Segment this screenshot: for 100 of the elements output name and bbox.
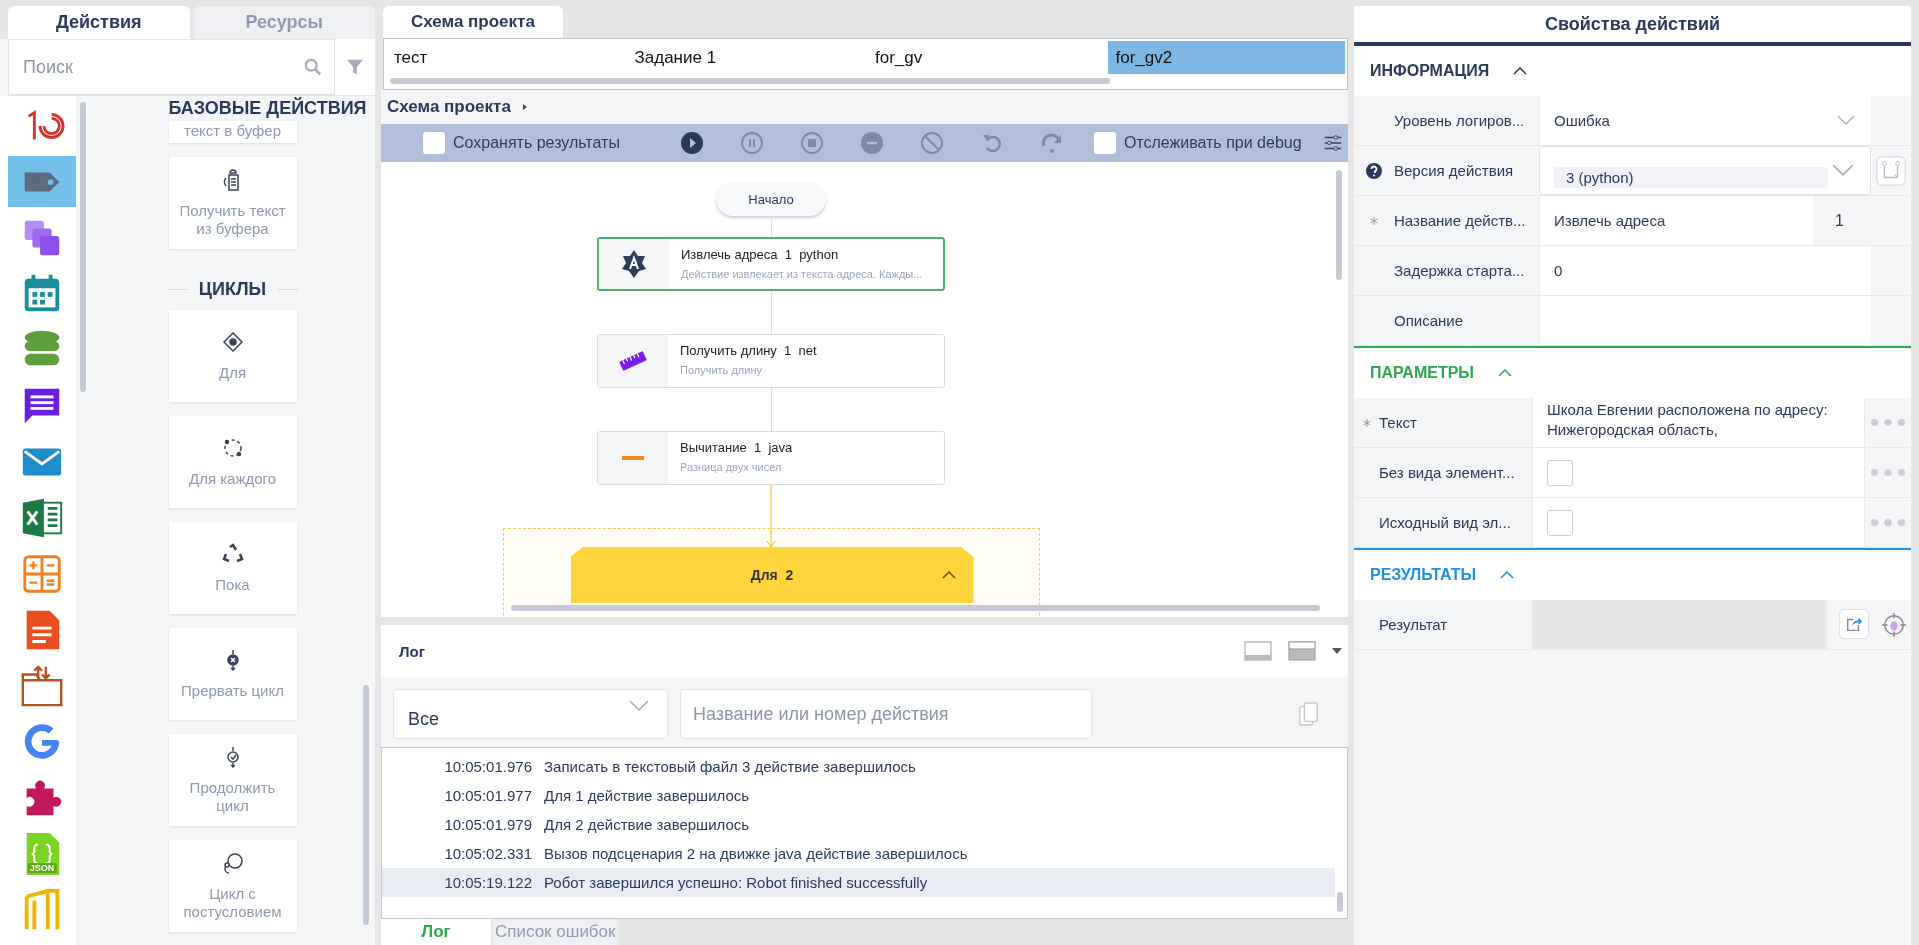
log-row[interactable]: 10:05:01.979 Для 2 действие завершилось	[382, 810, 1335, 839]
connector-line	[770, 216, 772, 237]
log-message: Для 1 действие завершилось	[544, 787, 750, 804]
connector-line	[770, 291, 772, 334]
node-description: Действие извлекает из текста адреса. Кажды...	[681, 268, 923, 280]
log-message: Записать в текстовый файл 3 действие завершилось	[544, 758, 916, 775]
action-node[interactable]: Извлечь адреса 1 python Действие извлекает из текста адреса. Кажды...	[597, 237, 945, 291]
scrollbar[interactable]	[390, 78, 1110, 84]
log-row[interactable]: 10:05:19.122 Робот завершился успешно: Robot finished successfully	[382, 868, 1335, 897]
checkbox[interactable]	[1547, 509, 1573, 536]
field-label: Версия действия	[1394, 162, 1514, 179]
scrollbar[interactable]	[1337, 892, 1343, 912]
checkbox-label: Сохранять результаты	[453, 134, 620, 152]
chevron-down-icon	[1837, 115, 1855, 126]
checkbox-label: Отслеживать при debug	[1123, 134, 1302, 152]
folder-icon	[19, 662, 65, 709]
section-header[interactable]: ИНФОРМАЦИЯ	[1354, 44, 1911, 96]
field-label: Без вида элемент...	[1379, 464, 1515, 481]
filter-dropdown[interactable]: Все	[393, 689, 668, 739]
node-title: Извлечь адреса 1 python	[681, 247, 840, 262]
search-field[interactable]: Поиск	[8, 39, 335, 95]
branch-icon[interactable]	[1876, 155, 1906, 186]
node-title: Получить длину 1 net	[680, 343, 817, 358]
log-time: 10:05:01.976	[443, 758, 532, 775]
input-field[interactable]: 0	[1539, 246, 1871, 295]
action-label: Цикл с постусловием	[182, 885, 283, 921]
start-node[interactable]: Начало	[716, 182, 826, 216]
field-label: Уровень логиров...	[1394, 112, 1525, 129]
action-label: Прервать цикл	[180, 682, 285, 700]
field-label: Текст	[1379, 414, 1417, 431]
field-label: Задержка старта...	[1394, 262, 1525, 279]
action-number: 1	[1834, 210, 1845, 231]
caret-icon[interactable]	[1332, 648, 1342, 654]
dots-icon	[1870, 518, 1906, 527]
action-label: Для каждого	[187, 470, 278, 488]
field-label: Исходный вид эл...	[1379, 514, 1511, 531]
search-icon	[304, 58, 322, 76]
scrollbar[interactable]	[80, 102, 86, 392]
bug-target-icon[interactable]	[1881, 611, 1907, 638]
text-area[interactable]: Школа Евгении расположена по адресу: Нижегородская область,	[1532, 398, 1864, 447]
node-description: Получить длину	[680, 364, 763, 376]
action-label: Продолжить цикл	[188, 779, 277, 815]
dots-icon	[1870, 468, 1906, 477]
log-row[interactable]: 10:05:01.977 Для 1 действие завершилось	[382, 781, 1335, 810]
minus-icon	[622, 456, 644, 460]
action-label: Пока	[214, 576, 251, 594]
search-field[interactable]: Название или номер действия	[680, 689, 1092, 739]
checkbox[interactable]	[1547, 459, 1573, 486]
json-label: JSON	[27, 863, 57, 873]
for-icon	[220, 330, 245, 354]
node-title: Вычитание 1 java	[680, 440, 793, 455]
log-row[interactable]: 10:05:01.976 Записать в текстовый файл 3 действие завершилось	[382, 752, 1335, 781]
scrollbar[interactable]	[1336, 170, 1342, 280]
checkbox[interactable]	[423, 132, 445, 154]
copy-icon[interactable]	[1298, 701, 1320, 727]
caret-icon	[520, 103, 529, 111]
log-time: 10:05:02.331	[443, 845, 532, 862]
dropdown[interactable]: Ошибка	[1539, 96, 1871, 145]
checkbox[interactable]	[1093, 132, 1116, 154]
project-tab[interactable]: for_gv2	[1107, 41, 1345, 74]
action-node[interactable]: Вычитание 1 java Разница двух чисел	[597, 431, 945, 485]
dropdown[interactable]: 3 (python)	[1539, 146, 1871, 195]
panel-tab[interactable]: Действия	[8, 6, 190, 39]
scrollbar[interactable]	[511, 605, 1320, 611]
editor-tab[interactable]: Схема проекта	[383, 6, 563, 38]
collapse-icon[interactable]	[941, 571, 956, 579]
section-title: БАЗОВЫЕ ДЕЙСТВИЯ	[167, 98, 368, 119]
connector-arrow	[765, 485, 776, 549]
help-icon[interactable]	[1366, 162, 1382, 179]
log-time: 10:05:01.979	[443, 816, 532, 833]
field-label: Описание	[1394, 312, 1464, 329]
action-node[interactable]: Получить длину 1 net Получить длину	[597, 334, 945, 388]
log-time: 10:05:01.977	[443, 787, 532, 804]
field-label: Результат	[1379, 616, 1448, 633]
dock-bottom-icon[interactable]	[1244, 641, 1272, 661]
log-message: Для 2 действие завершилось	[544, 816, 750, 833]
filter-icon	[346, 58, 364, 76]
play-button[interactable]	[679, 131, 704, 155]
panel-title: Лог	[399, 642, 425, 660]
node-description: Разница двух чисел	[680, 461, 783, 473]
input-field[interactable]: Извлечь адреса	[1539, 196, 1813, 245]
log-message: Робот завершился успешно: Robot finished successfully	[544, 874, 928, 891]
field-label: Название действ...	[1394, 212, 1526, 229]
log-row[interactable]: 10:05:02.331 Вызов подсценария 2 на движке java действие завершилось	[382, 839, 1335, 868]
share-button[interactable]	[1839, 609, 1869, 639]
action-label: Для	[217, 364, 247, 382]
input-field[interactable]	[1539, 296, 1871, 345]
result-field[interactable]	[1532, 600, 1827, 649]
breadcrumb: Схема проекта	[387, 97, 511, 117]
chevron-down-icon	[1832, 164, 1854, 177]
dots-icon	[1870, 418, 1906, 427]
loop-node[interactable]: Для 2	[570, 547, 974, 603]
section-title: ЦИКЛЫ	[198, 279, 267, 300]
log-time: 10:05:19.122	[443, 874, 532, 891]
loop-title: Для 2	[750, 567, 794, 583]
connector-line	[770, 388, 772, 431]
action-label: Получить текст из буфера	[178, 202, 287, 238]
dock-top-icon[interactable]	[1288, 641, 1316, 661]
panel-title: Свойства действий	[1354, 6, 1911, 44]
scrollbar[interactable]	[363, 685, 369, 925]
